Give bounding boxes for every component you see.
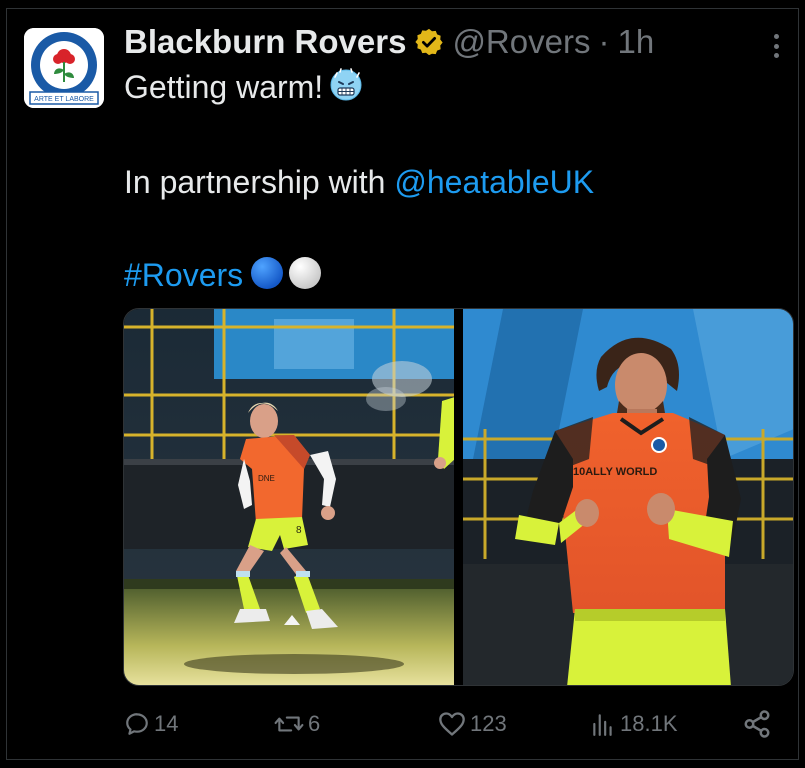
timestamp[interactable]: 1h	[617, 23, 654, 61]
right-shirt-sponsor: 10ALLY WORLD	[573, 466, 657, 478]
share-button[interactable]	[742, 702, 772, 746]
action-bar: 14 6 123 18.1K	[124, 702, 774, 746]
media-grid: DNE 8 10ALLY WORLD	[123, 308, 794, 686]
like-button[interactable]: 123	[438, 702, 507, 746]
views-button[interactable]: 18.1K	[590, 702, 678, 746]
hashtag-link[interactable]: #Rovers	[124, 257, 243, 293]
tweet-text-line-2: In partnership with @heatableUK	[124, 162, 594, 202]
tweet-text-line-1: Getting warm!	[124, 67, 363, 111]
club-crest-icon: ARTE ET LABORE	[24, 28, 104, 108]
tweet-text-line-3: #Rovers	[124, 255, 323, 300]
reply-icon	[126, 713, 148, 735]
white-circle-emoji-icon	[287, 255, 323, 300]
blue-circle-emoji-icon	[249, 255, 285, 300]
tweet-header: Blackburn Rovers @Rovers · 1h	[124, 22, 654, 62]
repost-count: 6	[308, 711, 321, 736]
separator-dot: ·	[598, 23, 610, 60]
motto-text: ARTE ET LABORE	[34, 96, 94, 103]
mention-link[interactable]: @heatableUK	[394, 164, 594, 200]
repost-icon	[274, 716, 304, 732]
analytics-icon	[593, 714, 612, 736]
tweet-text: Getting warm!	[124, 69, 324, 105]
left-shorts-number: 8	[296, 525, 302, 536]
reply-count: 14	[154, 711, 179, 736]
share-icon	[744, 710, 770, 738]
left-shirt-sponsor: DNE	[258, 474, 275, 483]
more-options-icon[interactable]	[766, 30, 786, 62]
photo-left[interactable]: DNE 8	[124, 309, 455, 685]
partnership-text: In partnership with	[124, 164, 395, 200]
media-gap	[454, 309, 463, 685]
reply-button[interactable]: 14	[124, 702, 178, 746]
like-count: 123	[470, 711, 507, 736]
verified-badge-icon[interactable]	[414, 27, 444, 57]
heart-icon	[439, 712, 465, 736]
photo-right[interactable]: 10ALLY WORLD	[462, 309, 793, 685]
view-count: 18.1K	[620, 711, 678, 736]
repost-button[interactable]: 6	[274, 702, 320, 746]
avatar[interactable]: ARTE ET LABORE	[24, 28, 104, 108]
author-handle[interactable]: @Rovers	[452, 23, 590, 61]
cold-face-emoji-icon	[329, 68, 363, 111]
author-name[interactable]: Blackburn Rovers	[124, 23, 406, 61]
